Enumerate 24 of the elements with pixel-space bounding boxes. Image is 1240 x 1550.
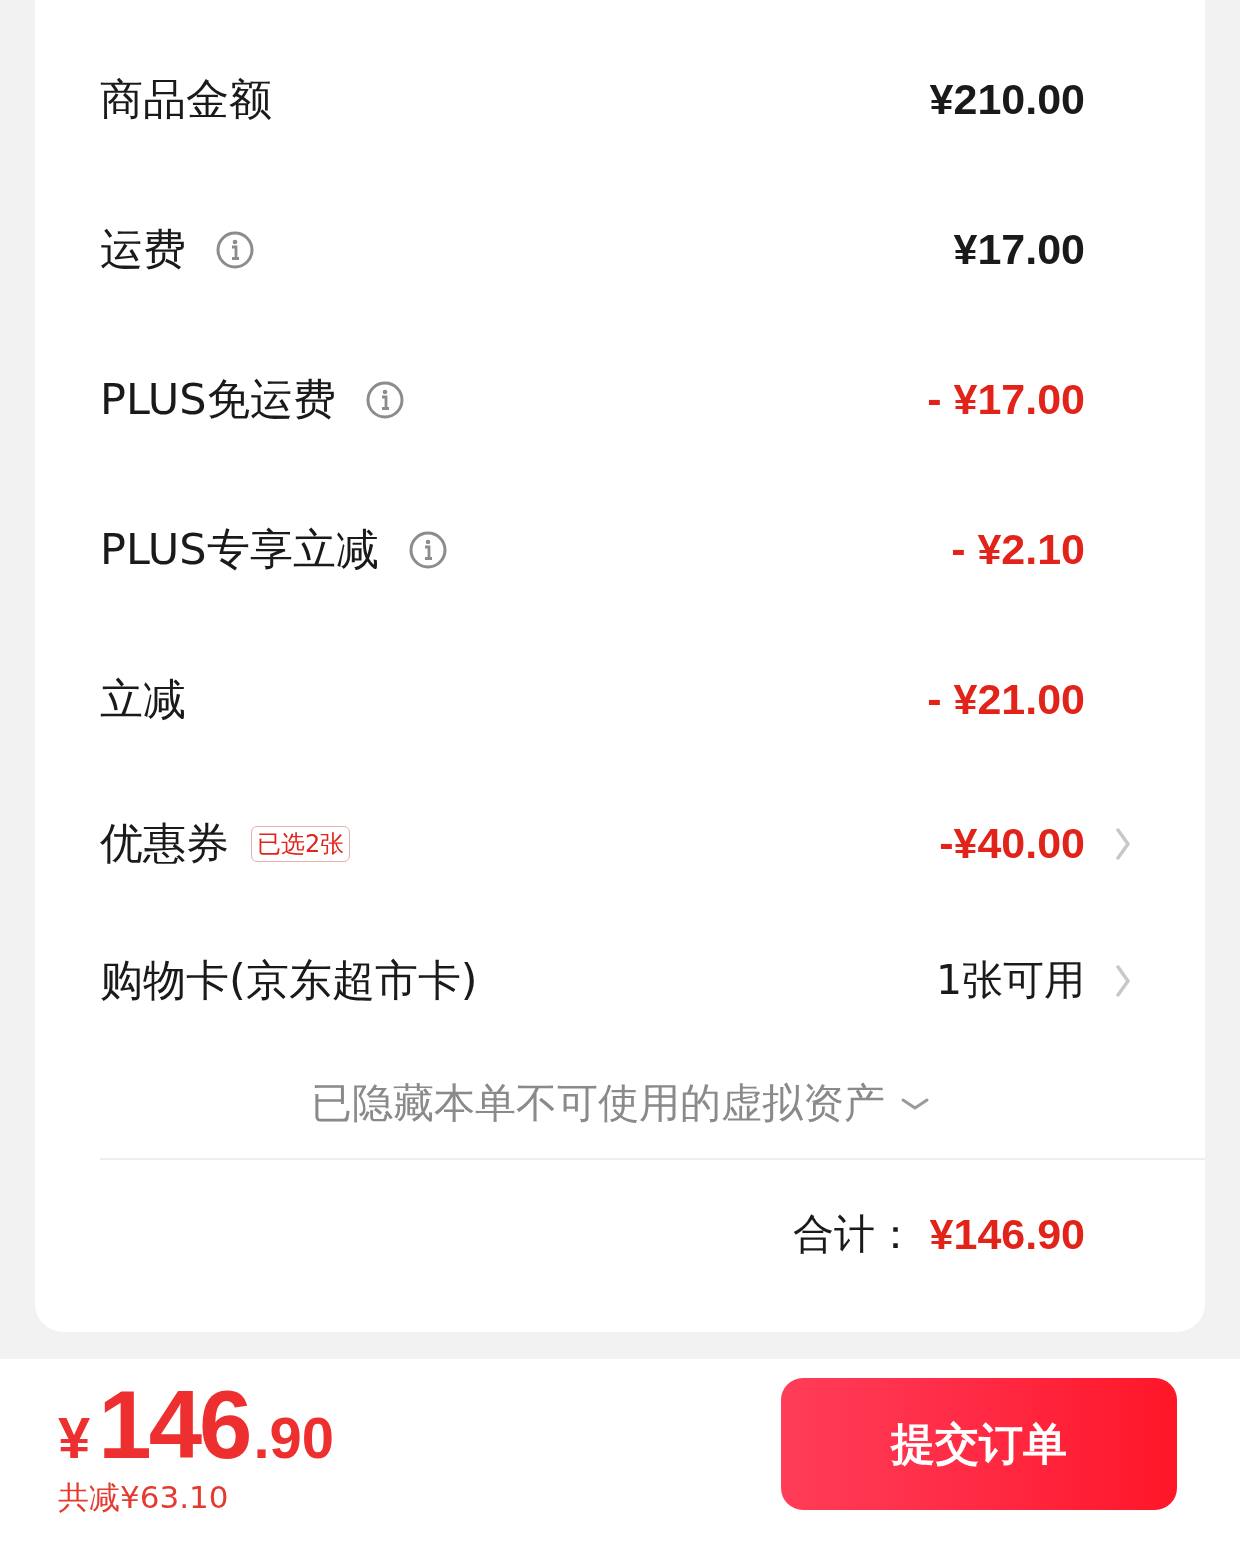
row-label: PLUS免运费 xyxy=(100,374,336,426)
row-label: 商品金额 xyxy=(100,74,272,126)
info-icon[interactable] xyxy=(365,381,404,419)
row-label: 购物卡(京东超市卡) xyxy=(100,954,478,1007)
row-amount: ¥210.00 xyxy=(929,74,1085,126)
row-value: 1张可用 xyxy=(935,955,1085,1006)
row-label: PLUS专享立减 xyxy=(100,524,379,576)
row-label: 优惠券 xyxy=(100,817,229,870)
row-amount: ¥17.00 xyxy=(953,224,1085,276)
hidden-assets-toggle[interactable]: 已隐藏本单不可使用的虚拟资产 xyxy=(311,1078,929,1129)
submit-order-button[interactable]: 提交订单 xyxy=(781,1378,1177,1510)
total-price: ¥146.90 xyxy=(58,1377,335,1473)
total-amount: ¥146.90 xyxy=(929,1209,1085,1261)
selected-count-badge: 已选2张 xyxy=(251,825,351,862)
row-amount: -¥40.00 xyxy=(939,817,1085,869)
savings-text: 共减¥63.10 xyxy=(58,1479,229,1517)
total-label: 合计： xyxy=(792,1210,916,1260)
row-amount: - ¥21.00 xyxy=(927,674,1085,726)
row-amount: - ¥2.10 xyxy=(951,524,1085,576)
info-icon[interactable] xyxy=(216,231,254,269)
row-label: 立减 xyxy=(100,674,186,726)
row-amount: - ¥17.00 xyxy=(927,374,1085,426)
row-label: 运费 xyxy=(100,224,186,276)
info-icon[interactable] xyxy=(408,531,447,569)
